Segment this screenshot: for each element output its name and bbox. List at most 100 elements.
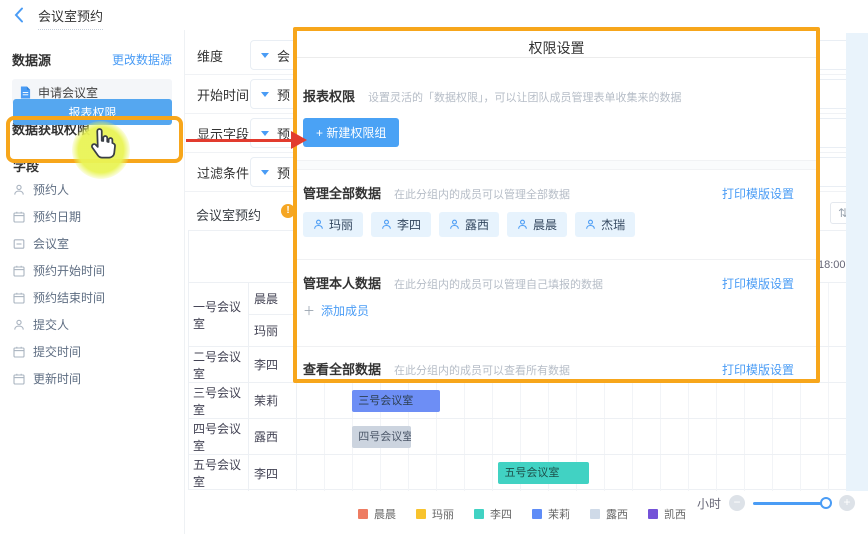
table-row: 四号会议室 露西 四号会议室	[189, 419, 855, 455]
person-cell: 茉莉	[249, 383, 296, 418]
table-row: 三号会议室 茉莉 三号会议室	[189, 383, 855, 419]
view-all-data-title: 查看全部数据	[303, 359, 381, 378]
legend-item[interactable]: 露西	[590, 506, 628, 522]
person-column: 晨晨 玛丽	[249, 283, 297, 346]
user-icon	[517, 219, 528, 230]
page-background-strip	[846, 33, 868, 491]
user-icon	[449, 219, 460, 230]
user-icon	[13, 319, 25, 331]
room-cell: 四号会议室	[189, 419, 249, 454]
gantt-bar[interactable]: 四号会议室	[352, 426, 411, 448]
member-chip[interactable]: 杰瑞	[575, 212, 635, 237]
select-value: 预	[277, 163, 290, 182]
member-name: 玛丽	[329, 216, 353, 233]
field-item[interactable]: 提交人	[13, 311, 173, 338]
room-cell: 二号会议室	[189, 347, 249, 382]
legend-label: 玛丽	[432, 506, 454, 522]
section-divider	[297, 346, 816, 347]
report-permission-button[interactable]: 报表权限	[13, 99, 172, 125]
user-icon	[313, 219, 324, 230]
field-item[interactable]: 提交时间	[13, 338, 173, 365]
member-chip[interactable]: 晨晨	[507, 212, 567, 237]
change-datasource-link[interactable]: 更改数据源	[112, 51, 172, 68]
field-label: 提交人	[33, 316, 69, 333]
chevron-down-icon	[261, 170, 269, 175]
field-item[interactable]: 更新时间	[13, 365, 173, 392]
datasource-label: 数据源	[12, 50, 51, 69]
room-cell: 五号会议室	[189, 455, 249, 491]
field-label: 预约开始时间	[33, 262, 105, 279]
legend-item[interactable]: 晨晨	[358, 506, 396, 522]
field-label: 预约人	[33, 181, 69, 198]
member-name: 杰瑞	[601, 216, 625, 233]
print-template-link[interactable]: 打印模版设置	[722, 185, 794, 202]
back-icon[interactable]	[14, 7, 26, 23]
page-title: 会议室预约	[38, 6, 103, 30]
displayfields-label: 显示字段	[197, 124, 249, 143]
add-member-link[interactable]: ＋ 添加成员	[303, 302, 369, 319]
user-icon	[13, 184, 25, 196]
starttime-label: 开始时间	[197, 85, 249, 104]
manage-all-data-title: 管理全部数据	[303, 183, 381, 202]
calendar-icon	[13, 292, 25, 304]
filter-label: 过滤条件	[197, 163, 249, 182]
member-name: 露西	[465, 216, 489, 233]
report-permission-title: 报表权限	[303, 86, 355, 105]
legend-label: 茉莉	[548, 506, 570, 522]
field-item[interactable]: 会议室	[13, 230, 173, 257]
member-chip[interactable]: 玛丽	[303, 212, 363, 237]
member-chip[interactable]: 李四	[371, 212, 431, 237]
person-cell: 晨晨	[249, 283, 296, 315]
page: 会议室预约 数据源 更改数据源 申请会议室 数据获取权限 报表权限 字段 预约人…	[0, 0, 868, 534]
chevron-down-icon	[261, 53, 269, 58]
manage-all-data-desc: 在此分组内的成员可以管理全部数据	[394, 186, 570, 202]
field-item[interactable]: 预约结束时间	[13, 284, 173, 311]
fields-label: 字段	[13, 156, 39, 175]
field-list: 预约人 预约日期 会议室 预约开始时间 预约结束时间 提交人 提交时间 更新时间	[13, 176, 173, 392]
field-item[interactable]: 预约日期	[13, 203, 173, 230]
calendar-icon	[13, 373, 25, 385]
print-template-link[interactable]: 打印模版设置	[722, 275, 794, 292]
legend-label: 晨晨	[374, 506, 396, 522]
room-cell: 三号会议室	[189, 383, 249, 418]
legend-item[interactable]: 茉莉	[532, 506, 570, 522]
legend-swatch	[532, 509, 542, 519]
member-chip[interactable]: 露西	[439, 212, 499, 237]
new-permission-group-button[interactable]: + 新建权限组	[303, 118, 399, 147]
plus-icon: ＋	[303, 302, 315, 319]
member-name: 李四	[397, 216, 421, 233]
gantt-bar[interactable]: 三号会议室	[352, 390, 440, 412]
field-label: 预约结束时间	[33, 289, 105, 306]
legend-item[interactable]: 凯西	[648, 506, 686, 522]
field-item[interactable]: 预约开始时间	[13, 257, 173, 284]
gantt-section-title: 会议室预约	[196, 205, 261, 224]
dialog-title: 权限设置	[297, 31, 816, 58]
person-cell: 李四	[249, 455, 296, 491]
field-label: 会议室	[33, 235, 69, 252]
legend-swatch	[416, 509, 426, 519]
user-icon	[585, 219, 596, 230]
chevron-down-icon	[261, 92, 269, 97]
gantt-bar[interactable]: 五号会议室	[498, 462, 588, 484]
calendar-icon	[13, 211, 25, 223]
legend-swatch	[358, 509, 368, 519]
manage-own-data-desc: 在此分组内的成员可以管理自己填报的数据	[394, 276, 603, 292]
section-divider	[297, 259, 816, 260]
view-all-data-desc: 在此分组内的成员可以查看所有数据	[394, 362, 570, 378]
legend-swatch	[474, 509, 484, 519]
gantt-grid-cell: 五号会议室	[297, 455, 855, 491]
gantt-grid-cell: 三号会议室	[297, 383, 855, 418]
select-value: 会	[277, 46, 290, 65]
legend-item[interactable]: 李四	[474, 506, 512, 522]
field-item[interactable]: 预约人	[13, 176, 173, 203]
gantt-grid-cell: 四号会议室	[297, 419, 855, 454]
print-template-link[interactable]: 打印模版设置	[722, 361, 794, 378]
zoom-slider[interactable]	[753, 502, 831, 505]
permission-dialog: 权限设置 报表权限 设置灵活的「数据权限」，可以让团队成员管理表单收集来的数据 …	[293, 27, 820, 383]
datasource-item-label: 申请会议室	[38, 84, 98, 101]
field-label: 提交时间	[33, 343, 81, 360]
select-value: 预	[277, 124, 290, 143]
person-cell: 李四	[249, 347, 296, 382]
field-label: 预约日期	[33, 208, 81, 225]
legend-item[interactable]: 玛丽	[416, 506, 454, 522]
